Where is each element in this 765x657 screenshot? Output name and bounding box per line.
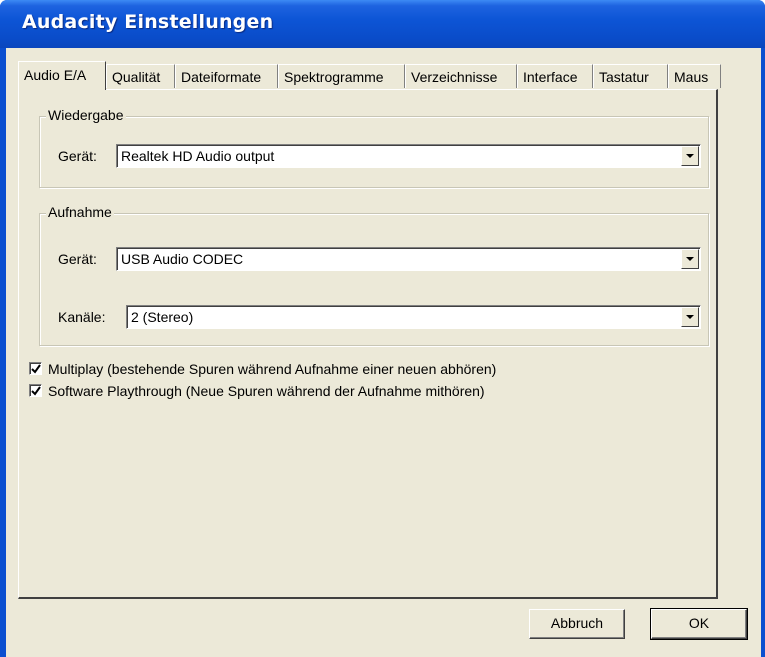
tab-label: Maus: [674, 69, 709, 85]
playback-device-select[interactable]: Realtek HD Audio output: [116, 144, 701, 168]
tab-label: Interface: [523, 69, 578, 85]
preferences-window: Audacity Einstellungen Audio E/A Qualitä…: [0, 0, 765, 657]
chevron-down-icon: [686, 315, 694, 319]
tab-label: Qualität: [112, 69, 161, 85]
playback-group-label: Wiedergabe: [46, 107, 126, 123]
recording-device-dropdown-button[interactable]: [681, 249, 699, 269]
tab-label: Dateiformate: [181, 69, 262, 85]
recording-device-value: USB Audio CODEC: [121, 251, 244, 267]
playback-device-value: Realtek HD Audio output: [121, 148, 275, 164]
tab-interface[interactable]: Interface: [517, 64, 593, 88]
playback-device-label: Gerät:: [58, 148, 97, 164]
recording-group: Aufnahme Gerät: USB Audio CODEC Kanäle: …: [39, 204, 709, 346]
audio-io-panel: Wiedergabe Gerät: Realtek HD Audio outpu…: [18, 89, 718, 599]
tab-audio-io[interactable]: Audio E/A: [18, 61, 106, 90]
tab-label: Tastatur: [599, 69, 649, 85]
title-bar[interactable]: Audacity Einstellungen: [0, 0, 765, 48]
checkmark-icon: [31, 364, 41, 374]
tab-label: Audio E/A: [24, 67, 87, 83]
multiplay-checkbox[interactable]: [29, 362, 42, 375]
tab-label: Spektrogramme: [284, 69, 384, 85]
recording-channels-dropdown-button[interactable]: [681, 307, 699, 327]
playback-group: Wiedergabe Gerät: Realtek HD Audio outpu…: [39, 107, 709, 188]
window-title: Audacity Einstellungen: [22, 11, 274, 33]
tab-keyboard[interactable]: Tastatur: [593, 64, 668, 88]
tab-quality[interactable]: Qualität: [106, 64, 175, 88]
dialog-client-area: Audio E/A Qualität Dateiformate Spektrog…: [6, 48, 761, 657]
checkmark-icon: [31, 386, 41, 396]
ok-button[interactable]: OK: [650, 608, 748, 640]
tab-mouse[interactable]: Maus: [668, 64, 721, 88]
tab-strip: Audio E/A Qualität Dateiformate Spektrog…: [18, 60, 721, 90]
software-playthrough-checkbox[interactable]: [29, 384, 42, 397]
recording-channels-label: Kanäle:: [58, 309, 106, 325]
software-playthrough-label: Software Playthrough (Neue Spuren währen…: [48, 383, 485, 399]
chevron-down-icon: [686, 257, 694, 261]
recording-group-label: Aufnahme: [46, 204, 114, 220]
tab-label: Verzeichnisse: [411, 69, 498, 85]
recording-device-select[interactable]: USB Audio CODEC: [116, 247, 701, 271]
chevron-down-icon: [686, 154, 694, 158]
recording-channels-value: 2 (Stereo): [131, 309, 194, 325]
tab-file-formats[interactable]: Dateiformate: [175, 64, 278, 88]
playback-device-dropdown-button[interactable]: [681, 146, 699, 166]
multiplay-label: Multiplay (bestehende Spuren während Auf…: [48, 361, 497, 377]
tab-spectrograms[interactable]: Spektrogramme: [278, 64, 405, 88]
tab-directories[interactable]: Verzeichnisse: [405, 64, 517, 88]
recording-channels-select[interactable]: 2 (Stereo): [126, 305, 701, 329]
cancel-button[interactable]: Abbruch: [529, 609, 625, 639]
recording-device-label: Gerät:: [58, 251, 97, 267]
